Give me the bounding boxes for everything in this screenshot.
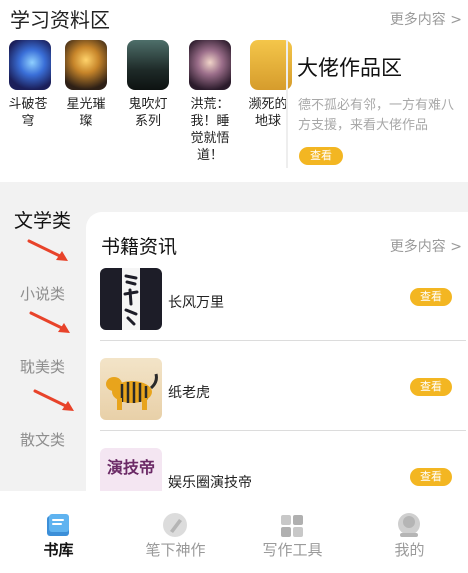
book-item[interactable]: 濒死的地球 (244, 40, 292, 130)
book-item[interactable]: 星光璀璨 (56, 40, 116, 130)
news-view-button[interactable]: 查看 (410, 468, 452, 486)
featured-title: 大佬作品区 (297, 56, 402, 80)
book-cover (65, 40, 107, 90)
bottom-tab-bar: 书库 笔下神作 写作工具 我的 (0, 491, 468, 573)
book-name: 鬼吹灯系列 (128, 97, 168, 129)
thumbnail-title: 演技帝 (106, 458, 155, 477)
book-name: 星光璀璨 (66, 97, 106, 129)
tab-library[interactable]: 书库 (0, 491, 117, 573)
book-cover (9, 40, 51, 90)
study-more-link[interactable]: 更多内容 > (390, 9, 462, 29)
study-section-header: 学习资料区 更多内容 > (0, 0, 468, 36)
book-item[interactable]: 洪荒：我！睡觉就悟道！ (180, 40, 240, 164)
tab-label: 书库 (43, 541, 74, 559)
news-name: 娱乐圈演技帝 (168, 475, 252, 491)
book-news-card: 书籍资讯 更多内容 > 长风万里 查看 纸老虎 查看 演技帝 娱乐圈演技帝 查看 (86, 212, 468, 491)
tools-icon (281, 515, 303, 537)
arrow-icon (29, 311, 70, 333)
tab-profile[interactable]: 我的 (351, 491, 468, 573)
study-section-title: 学习资料区 (10, 8, 110, 32)
news-thumbnail: 演技帝 (100, 448, 162, 491)
category-novel[interactable]: 小说类 (20, 283, 65, 304)
news-view-button[interactable]: 查看 (410, 378, 452, 396)
book-cover (127, 40, 169, 90)
tab-masterpieces[interactable]: 笔下神作 (117, 491, 234, 573)
book-news-title: 书籍资讯 (101, 236, 178, 258)
literature-sidebar: 文学类 小说类 耽美类 散文类 (0, 182, 86, 491)
book-name: 濒死的地球 (248, 97, 288, 129)
featured-description: 德不孤必有邻，一方有难八方支援，来看大佬作品 (298, 98, 455, 133)
tab-label: 笔下神作 (145, 541, 206, 559)
news-name: 长风万里 (168, 295, 224, 311)
book-icon (47, 514, 69, 536)
tiger-icon (106, 373, 158, 410)
tab-writing-tools[interactable]: 写作工具 (234, 491, 351, 573)
news-item[interactable]: 长风万里 查看 (100, 268, 466, 356)
news-divider (100, 340, 466, 341)
category-danmei[interactable]: 耽美类 (20, 356, 65, 377)
arrow-icon (33, 389, 74, 411)
book-name: 洪荒：我！睡觉就悟道！ (190, 97, 230, 163)
news-name: 纸老虎 (168, 385, 210, 401)
study-book-row: 斗破苍穹 星光璀璨 鬼吹灯系列 洪荒：我！睡觉就悟道！ 濒死的地球 (0, 40, 292, 180)
news-view-button[interactable]: 查看 (410, 288, 452, 306)
literature-title: 文学类 (14, 210, 72, 232)
calligraphy-icon (122, 268, 140, 330)
news-thumbnail (100, 268, 162, 330)
section-divider (286, 40, 288, 168)
book-item[interactable]: 鬼吹灯系列 (118, 40, 178, 130)
featured-view-button[interactable]: 查看 (299, 147, 343, 165)
news-divider (100, 430, 466, 431)
featured-panel: 大佬作品区 德不孤必有邻，一方有难八方支援，来看大佬作品 查看 (290, 40, 468, 180)
book-cover (189, 40, 231, 90)
book-item[interactable]: 斗破苍穹 (0, 40, 60, 130)
book-news-more-link[interactable]: 更多内容 > (390, 236, 462, 256)
arrow-icon (27, 239, 68, 261)
news-item[interactable]: 演技帝 娱乐圈演技帝 查看 (100, 448, 466, 491)
news-item[interactable]: 纸老虎 查看 (100, 358, 466, 446)
news-thumbnail (100, 358, 162, 420)
profile-icon (398, 513, 420, 537)
tab-label: 我的 (394, 541, 425, 559)
tab-label: 写作工具 (262, 541, 323, 559)
category-essay[interactable]: 散文类 (20, 429, 65, 450)
book-name: 斗破苍穹 (8, 97, 48, 129)
pen-icon (163, 513, 187, 537)
